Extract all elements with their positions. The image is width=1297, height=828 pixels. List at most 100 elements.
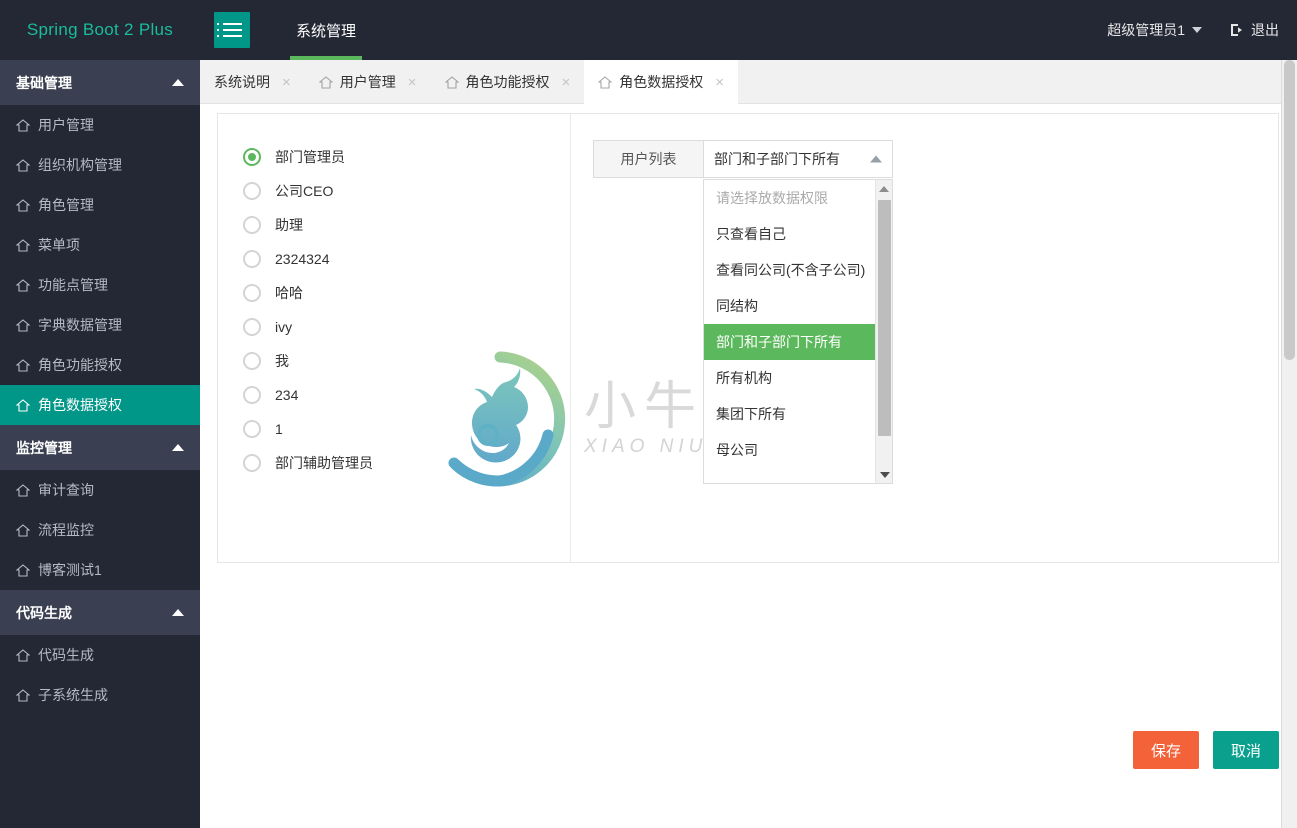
- radio-button[interactable]: [243, 182, 261, 200]
- permission-input-group: 用户列表 部门和子部门下所有 请选择放数据权限 只查看自己 查看同公司(不含子公司)…: [593, 140, 893, 484]
- home-icon: [16, 158, 30, 172]
- sidebar-group-header[interactable]: 代码生成: [0, 590, 200, 635]
- scroll-up-button[interactable]: [876, 180, 892, 197]
- logout-label: 退出: [1251, 22, 1279, 38]
- page-scrollbar-thumb[interactable]: [1284, 60, 1295, 360]
- role-radio-row[interactable]: 哈哈: [243, 276, 570, 310]
- tab[interactable]: 用户管理 ×: [305, 60, 431, 104]
- tab[interactable]: 系统说明 ×: [200, 60, 305, 104]
- role-radio-row[interactable]: 1: [243, 412, 570, 446]
- close-icon[interactable]: ×: [282, 75, 291, 90]
- home-icon: [16, 563, 30, 577]
- home-icon: [444, 75, 459, 89]
- triangle-up-icon: [879, 185, 889, 192]
- role-radio-row[interactable]: 助理: [243, 208, 570, 242]
- hamburger-icon[interactable]: [214, 12, 250, 48]
- sidebar-item[interactable]: 功能点管理: [0, 265, 200, 305]
- dropdown-option[interactable]: 集团下所有: [704, 396, 875, 432]
- sidebar-item[interactable]: 子系统生成: [0, 675, 200, 715]
- sidebar-item-label: 菜单项: [38, 237, 80, 253]
- form-actions: 保存 取消: [1132, 731, 1279, 769]
- role-radio-row[interactable]: 234: [243, 378, 570, 412]
- dropdown-option[interactable]: 所有机构: [704, 360, 875, 396]
- home-icon: [16, 688, 30, 702]
- sidebar-item-label: 流程监控: [38, 522, 94, 538]
- radio-button[interactable]: [243, 386, 261, 404]
- save-button[interactable]: 保存: [1132, 731, 1199, 769]
- cancel-button[interactable]: 取消: [1212, 731, 1279, 769]
- role-label: 公司CEO: [275, 183, 334, 199]
- home-icon: [16, 523, 30, 537]
- home-icon: [16, 238, 30, 252]
- dropdown-option[interactable]: 只查看自己: [704, 216, 875, 252]
- sidebar-item[interactable]: 用户管理: [0, 105, 200, 145]
- logout-button[interactable]: 退出: [1230, 20, 1279, 40]
- role-radio-row[interactable]: 部门管理员: [243, 140, 570, 174]
- data-permission-dropdown: 请选择放数据权限 只查看自己 查看同公司(不含子公司) 同结构 部门和子部门下所有 所有机…: [703, 179, 893, 484]
- radio-button[interactable]: [243, 318, 261, 336]
- app-root: Spring Boot 2 Plus 系统管理 超级管理员1 退出 基础管理 用…: [0, 0, 1297, 828]
- radio-button[interactable]: [243, 352, 261, 370]
- sidebar-item[interactable]: 审计查询: [0, 470, 200, 510]
- dropdown-option[interactable]: 请选择放数据权限: [704, 180, 875, 216]
- role-radio-row[interactable]: 公司CEO: [243, 174, 570, 208]
- home-icon: [598, 75, 613, 89]
- chevron-up-icon: [172, 79, 184, 86]
- dropdown-option[interactable]: 查看同公司(不含子公司): [704, 252, 875, 288]
- home-icon: [16, 648, 30, 662]
- radio-button[interactable]: [243, 454, 261, 472]
- role-radio-row[interactable]: ivy: [243, 310, 570, 344]
- radio-button[interactable]: [243, 216, 261, 234]
- dropdown-option[interactable]: 母公司: [704, 432, 875, 468]
- role-list: 部门管理员公司CEO 助理 2324324 哈哈 ivy 我 234 1 部门辅助管理员: [218, 114, 571, 562]
- data-permission-select[interactable]: 部门和子部门下所有: [703, 140, 893, 178]
- role-label: 2324324: [275, 251, 330, 267]
- home-icon: [16, 398, 30, 412]
- app-brand[interactable]: Spring Boot 2 Plus: [0, 0, 200, 60]
- top-bar: Spring Boot 2 Plus 系统管理 超级管理员1 退出: [0, 0, 1297, 60]
- sidebar-item[interactable]: 角色管理: [0, 185, 200, 225]
- role-label: ivy: [275, 319, 293, 335]
- sidebar-item-label: 字典数据管理: [38, 317, 122, 333]
- dropdown-option[interactable]: 同结构: [704, 288, 875, 324]
- sidebar-item[interactable]: 流程监控: [0, 510, 200, 550]
- sidebar-item[interactable]: 菜单项: [0, 225, 200, 265]
- role-label: 部门辅助管理员: [275, 455, 373, 471]
- role-radio-row[interactable]: 部门辅助管理员: [243, 446, 570, 480]
- page-scrollbar[interactable]: [1281, 60, 1297, 828]
- sidebar-item[interactable]: 代码生成: [0, 635, 200, 675]
- main-content: 小牛知识库 XIAO NIU ZHI SHI KU 部门管理员公司CEO助理23…: [200, 104, 1297, 828]
- sidebar-item[interactable]: 博客测试1: [0, 550, 200, 590]
- tab[interactable]: 角色功能授权 ×: [431, 60, 585, 104]
- sidebar-item[interactable]: 角色功能授权: [0, 345, 200, 385]
- sidebar-item[interactable]: 字典数据管理: [0, 305, 200, 345]
- sidebar-item-label: 子系统生成: [38, 687, 108, 703]
- radio-button[interactable]: [243, 250, 261, 268]
- topnav-item-system-management[interactable]: 系统管理: [280, 0, 372, 60]
- close-icon[interactable]: ×: [715, 75, 724, 90]
- sidebar-group-header[interactable]: 监控管理: [0, 425, 200, 470]
- tab[interactable]: 角色数据授权 ×: [584, 60, 739, 104]
- data-permission-select-value: 部门和子部门下所有: [714, 151, 840, 167]
- logout-icon: [1230, 23, 1244, 37]
- scroll-down-button[interactable]: [876, 466, 892, 483]
- dropdown-option[interactable]: 部门和子部门下所有: [704, 324, 875, 360]
- radio-button[interactable]: [243, 148, 261, 166]
- role-label: 部门管理员: [275, 149, 345, 165]
- chevron-up-icon: [172, 609, 184, 616]
- sidebar-group-header[interactable]: 基础管理: [0, 60, 200, 105]
- sidebar-item-label: 组织机构管理: [38, 157, 122, 173]
- close-icon[interactable]: ×: [408, 75, 417, 90]
- sidebar-group-title: 代码生成: [16, 604, 72, 621]
- role-radio-row[interactable]: 2324324: [243, 242, 570, 276]
- scrollbar-thumb[interactable]: [878, 200, 891, 436]
- role-radio-row[interactable]: 我: [243, 344, 570, 378]
- dropdown-scrollbar[interactable]: [875, 180, 892, 483]
- chevron-up-icon: [172, 444, 184, 451]
- sidebar-item[interactable]: 角色数据授权: [0, 385, 200, 425]
- radio-button[interactable]: [243, 420, 261, 438]
- user-menu[interactable]: 超级管理员1: [1107, 20, 1202, 40]
- close-icon[interactable]: ×: [562, 75, 571, 90]
- sidebar-item[interactable]: 组织机构管理: [0, 145, 200, 185]
- radio-button[interactable]: [243, 284, 261, 302]
